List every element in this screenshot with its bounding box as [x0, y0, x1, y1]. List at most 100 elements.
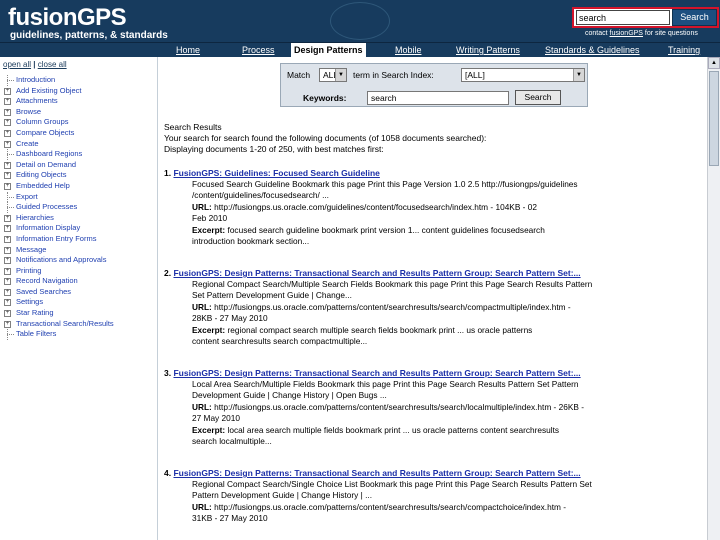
expand-plus-icon[interactable]: + [4, 119, 11, 127]
scrollbar-thumb[interactable] [709, 71, 719, 166]
nav-item-home[interactable]: Home [176, 45, 200, 55]
tree-item-attachments[interactable]: + Attachments [2, 96, 154, 107]
nav-item-design-patterns[interactable]: Design Patterns [291, 43, 366, 58]
brand-logo[interactable]: fusionGPS [8, 4, 127, 32]
expand-plus-icon[interactable]: + [4, 320, 11, 328]
tree-item-label: Hierarchies [16, 212, 54, 222]
result-number: 1. [164, 168, 172, 178]
match-label: Match [287, 70, 311, 80]
tree-item-embedded-help[interactable]: + Embedded Help [2, 181, 154, 192]
expand-plus-icon[interactable]: + [4, 182, 11, 190]
nav-item-training[interactable]: Training [668, 45, 700, 55]
tree-item-star-rating[interactable]: + Star Rating [2, 308, 154, 319]
expand-plus-icon[interactable]: + [4, 267, 11, 275]
result-line: 27 May 2010 [192, 413, 702, 424]
tree-item-guided-processes[interactable]: Guided Processes [2, 202, 154, 213]
expand-plus-icon[interactable]: + [4, 235, 11, 243]
expand-plus-icon[interactable]: + [4, 278, 11, 286]
contact-link[interactable]: fusionGPS [610, 30, 643, 37]
result-line-text: Set Pattern Development Guide | Change..… [192, 290, 352, 301]
tree-item-label: Create [16, 138, 39, 148]
expand-plus-icon[interactable]: + [4, 246, 11, 254]
tree-item-export[interactable]: Export [2, 191, 154, 203]
search-result: 3. FusionGPS: Design Patterns: Transacti… [164, 368, 702, 447]
nav-item-writing-patterns[interactable]: Writing Patterns [456, 45, 520, 55]
main-nav: Home Process Design Patterns Mobile Writing … [0, 42, 720, 58]
tree-item-notifications-and-approvals[interactable]: + Notifications and Approvals [2, 255, 154, 266]
result-line: Regional Compact Search/Single Choice Li… [192, 479, 702, 490]
tree-item-label: Dashboard Regions [16, 149, 83, 159]
tree-item-transactional-search-results[interactable]: + Transactional Search/Results [2, 319, 154, 330]
nav-item-process[interactable]: Process [242, 45, 275, 55]
vertical-scrollbar[interactable]: ▲ [707, 57, 720, 540]
header-search-highlight: Search [572, 7, 719, 28]
tree-item-add-existing-object[interactable]: + Add Existing Object [2, 86, 154, 97]
result-title-link[interactable]: FusionGPS: Guidelines: Focused Search Gu… [173, 168, 379, 178]
index-select[interactable]: [ALL] ▼ [461, 68, 585, 82]
result-title-row: 3. FusionGPS: Design Patterns: Transacti… [164, 368, 702, 379]
tree-item-label: Settings [16, 297, 44, 307]
expand-plus-icon[interactable]: + [4, 98, 11, 106]
tree-item-settings[interactable]: + Settings [2, 297, 154, 308]
tree-item-hierarchies[interactable]: + Hierarchies [2, 213, 154, 224]
keywords-input[interactable]: search [367, 91, 509, 105]
result-title-row: 1. FusionGPS: Guidelines: Focused Search… [164, 168, 702, 179]
tree-item-column-groups[interactable]: + Column Groups [2, 117, 154, 128]
tree-item-detail-on-demand[interactable]: + Detail on Demand [2, 160, 154, 171]
tree-connector-icon [7, 80, 14, 81]
expand-plus-icon[interactable]: + [4, 299, 11, 307]
result-line: Development Guide | Change History | Ope… [192, 390, 702, 401]
tree-item-information-entry-forms[interactable]: + Information Entry Forms [2, 234, 154, 245]
expand-plus-icon[interactable]: + [4, 257, 11, 265]
search-submit-button[interactable]: Search [515, 90, 561, 105]
expand-plus-icon[interactable]: + [4, 288, 11, 296]
tree-item-information-display[interactable]: + Information Display [2, 223, 154, 234]
expand-plus-icon[interactable]: + [4, 161, 11, 169]
expand-plus-icon[interactable]: + [4, 172, 11, 180]
tree-item-label: Column Groups [16, 117, 69, 127]
open-all-link[interactable]: open all [3, 60, 31, 69]
result-line: 28KB - 27 May 2010 [192, 313, 702, 324]
nav-item-mobile[interactable]: Mobile [395, 45, 422, 55]
expand-plus-icon[interactable]: + [4, 108, 11, 116]
match-select[interactable]: ALL ▼ [319, 68, 347, 82]
expand-plus-icon[interactable]: + [4, 129, 11, 137]
result-title-link[interactable]: FusionGPS: Design Patterns: Transactiona… [173, 468, 580, 478]
tree-item-table-filters[interactable]: Table Filters [2, 329, 154, 340]
result-title-link[interactable]: FusionGPS: Design Patterns: Transactiona… [173, 368, 580, 378]
expand-plus-icon[interactable]: + [4, 140, 11, 148]
header-search-input[interactable] [576, 10, 670, 25]
tree-item-create[interactable]: + Create [2, 139, 154, 150]
expand-plus-icon[interactable]: + [4, 214, 11, 222]
expand-plus-icon[interactable]: + [4, 87, 11, 95]
result-line-text: Local Area Search/Multiple Fields Bookma… [192, 379, 579, 389]
chevron-down-icon: ▼ [335, 69, 346, 81]
tree-item-introduction[interactable]: Introduction [2, 75, 154, 86]
tree-item-label: Information Entry Forms [16, 233, 97, 243]
nav-item-standards-guidelines[interactable]: Standards & Guidelines [545, 45, 640, 55]
tree-item-record-navigation[interactable]: + Record Navigation [2, 276, 154, 287]
tree-item-editing-objects[interactable]: + Editing Objects [2, 170, 154, 181]
tree-item-label: Editing Objects [16, 170, 67, 180]
tree-item-browse[interactable]: + Browse [2, 107, 154, 118]
result-title-link[interactable]: FusionGPS: Design Patterns: Transactiona… [173, 268, 580, 278]
result-title-row: 4. FusionGPS: Design Patterns: Transacti… [164, 468, 702, 479]
search-result: 1. FusionGPS: Guidelines: Focused Search… [164, 168, 702, 247]
tree-item-printing[interactable]: + Printing [2, 266, 154, 277]
tree-item-saved-searches[interactable]: + Saved Searches [2, 287, 154, 298]
expand-plus-icon[interactable]: + [4, 310, 11, 318]
tree-item-compare-objects[interactable]: + Compare Objects [2, 128, 154, 139]
tree-item-dashboard-regions[interactable]: Dashboard Regions [2, 149, 154, 160]
result-line-text: Regional Compact Search/Single Choice Li… [192, 479, 592, 489]
expand-plus-icon[interactable]: + [4, 225, 11, 233]
tree-item-message[interactable]: + Message [2, 245, 154, 256]
brand-subtitle: guidelines, patterns, & standards [10, 30, 168, 41]
result-body: Local Area Search/Multiple Fields Bookma… [164, 379, 702, 447]
tree-item-label: Add Existing Object [16, 85, 82, 95]
scroll-up-arrow-icon[interactable]: ▲ [708, 57, 720, 69]
close-all-link[interactable]: close all [38, 60, 67, 69]
header-search-button[interactable]: Search [672, 9, 717, 26]
result-line-text: local area search multiple fields bookma… [225, 424, 560, 435]
result-line-text: Feb 2010 [192, 213, 228, 224]
tree-item-label: Guided Processes [16, 202, 78, 212]
